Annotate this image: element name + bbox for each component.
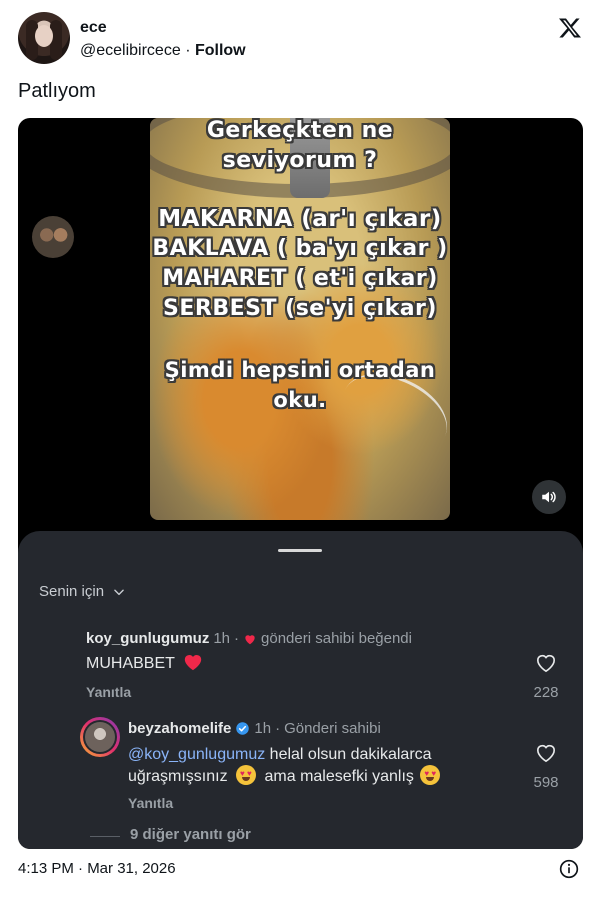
comment-text: MUHABBET — [86, 655, 175, 672]
video-text-line: MAHARET ( et'i çıkar) — [162, 266, 438, 291]
author-handle-row: @ecelibircece · Follow — [80, 42, 246, 60]
comment-text: ama malesefki yanlış — [264, 768, 414, 785]
author-handle[interactable]: @ecelibircece — [80, 42, 181, 59]
like-count: 228 — [533, 684, 559, 701]
replies-divider — [90, 836, 120, 837]
comment-meta: beyzahomelife 1h · Gönderi sahibi — [128, 720, 381, 737]
video-text-line: MAKARNA (ar'ı çıkar) — [158, 206, 442, 232]
sound-toggle-button[interactable] — [532, 480, 566, 514]
drag-handle[interactable] — [278, 549, 322, 552]
comment-sort-label: Senin için — [39, 583, 105, 600]
video-text-line: SERBEST (se'yi çıkar) — [163, 296, 437, 321]
separator-dot: · — [185, 42, 191, 59]
comment-like-column: 598 — [526, 743, 566, 791]
heart-outline-icon[interactable] — [535, 743, 557, 763]
comment-text: helal olsun dakikalarca — [265, 746, 432, 763]
video-frame[interactable]: Gerkeçkten ne seviyorum ? MAKARNA (ar'ı … — [150, 118, 450, 520]
author-display-name[interactable]: ece — [80, 19, 107, 37]
comment-text-row: MUHABBET — [86, 653, 203, 674]
comment-meta: koy_gunlugumuz 1h · gönderi sahibi beğen… — [86, 630, 412, 647]
tweet-timestamp[interactable]: 4:13 PM · Mar 31, 2026 — [18, 860, 176, 877]
separator-dot: · — [275, 720, 281, 737]
heart-eyes-emoji-icon: ♥ ♥ — [236, 765, 257, 785]
comment-like-column: 228 — [526, 653, 566, 701]
verified-badge-icon — [236, 722, 250, 735]
reply-button[interactable]: Yanıtla — [128, 795, 173, 811]
speaker-icon — [542, 491, 556, 503]
comment-text-block: @koy_gunlugumuz helal olsun dakikalarca … — [128, 744, 508, 787]
follow-button[interactable]: Follow — [195, 42, 246, 59]
author-avatar[interactable] — [18, 12, 70, 64]
view-more-replies-button[interactable]: 9 diğer yanıtı gör — [130, 826, 251, 843]
video-text-line: Gerkeçkten ne — [206, 118, 394, 143]
comment-text: uğraşmışsınız — [128, 768, 228, 785]
video-text-line: Şimdi hepsini ortadan — [164, 358, 436, 382]
red-heart-emoji-icon — [184, 655, 202, 671]
separator-dot: · — [234, 630, 240, 647]
post-owner-badge: Gönderi sahibi — [284, 720, 381, 737]
reply-button[interactable]: Yanıtla — [86, 684, 131, 700]
tweet-text: Patlıyom — [18, 80, 96, 102]
comment-mention[interactable]: @koy_gunlugumuz — [128, 746, 265, 763]
chevron-down-icon — [114, 589, 124, 595]
comment-time: 1h — [254, 720, 272, 737]
heart-eyes-emoji-icon: ♥ ♥ — [420, 765, 441, 785]
commenter-avatar[interactable] — [32, 216, 74, 258]
comment-sort-selector[interactable]: Senin için — [39, 583, 126, 600]
tweet-media[interactable]: Gerkeçkten ne seviyorum ? MAKARNA (ar'ı … — [18, 118, 583, 849]
comment-username[interactable]: koy_gunlugumuz — [86, 630, 209, 647]
heart-filled-icon — [245, 634, 255, 644]
heart-outline-icon[interactable] — [535, 653, 557, 673]
x-logo-icon[interactable] — [558, 16, 582, 40]
video-text-line: BAKLAVA ( ba'yı çıkar ) — [152, 236, 448, 261]
commenter-avatar[interactable] — [80, 717, 120, 757]
creator-liked-badge: gönderi sahibi beğendi — [261, 630, 412, 647]
tweet-header: ece @ecelibircece · Follow — [18, 12, 584, 68]
info-icon[interactable] — [559, 859, 579, 879]
comment-username[interactable]: beyzahomelife — [128, 720, 231, 737]
comment-time: 1h — [213, 630, 231, 647]
video-text-line: seviyorum ? — [222, 148, 378, 173]
video-text-line: oku. — [273, 388, 327, 412]
like-count: 598 — [533, 774, 559, 791]
